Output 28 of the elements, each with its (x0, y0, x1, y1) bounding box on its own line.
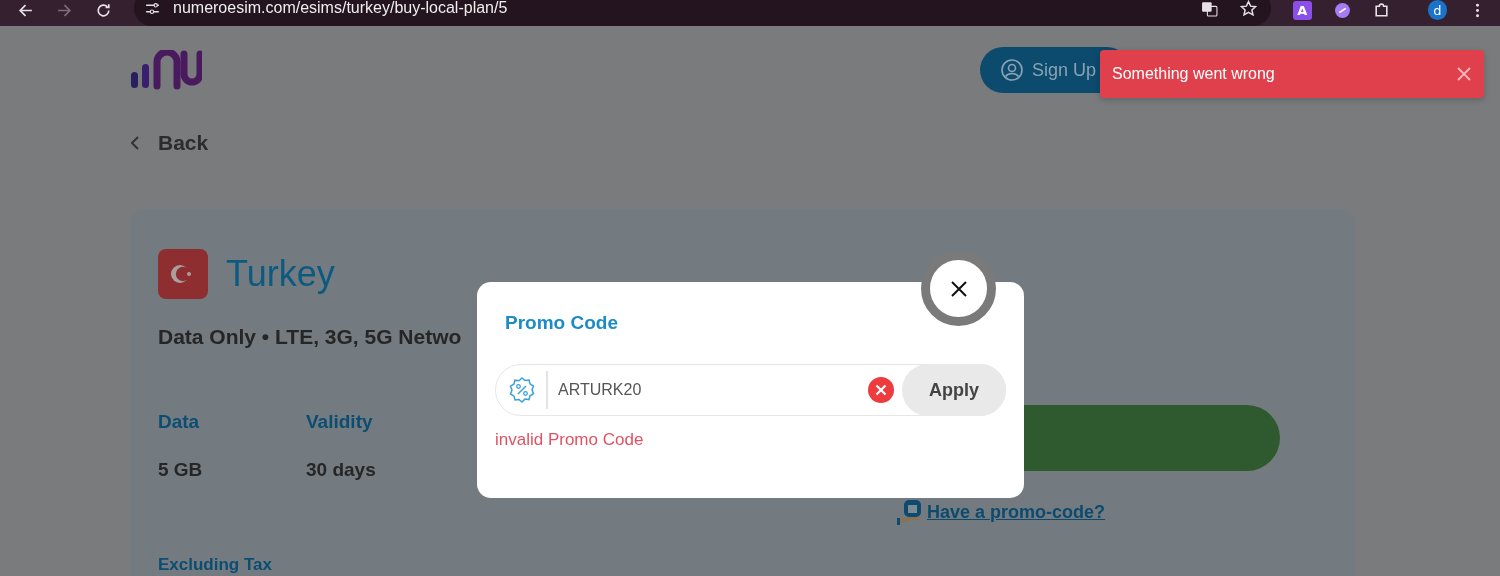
profile-avatar[interactable]: d (1427, 0, 1447, 20)
site-settings-icon[interactable] (144, 0, 161, 17)
gift-hand-icon (897, 499, 923, 525)
spec-value: 30 days (306, 459, 376, 481)
spec-value: 5 GB (158, 459, 203, 481)
address-bar[interactable]: numeroesim.com/esims/turkey/buy-local-plan/5 (134, 0, 1271, 26)
reload-icon[interactable] (95, 1, 112, 19)
error-message: invalid Promo Code (495, 430, 645, 450)
tax-note: Excluding Tax (158, 555, 273, 575)
clear-icon[interactable] (868, 377, 894, 403)
translate-icon[interactable] (1201, 0, 1218, 17)
extension-icon[interactable]: A (1293, 0, 1312, 20)
chevron-left-icon (130, 135, 140, 151)
country-title: Turkey (226, 253, 335, 295)
discount-badge-icon (508, 376, 536, 404)
plan-subtitle: Data Only • LTE, 3G, 5G Netwo (158, 325, 462, 349)
star-icon[interactable] (1240, 0, 1257, 17)
dialog-title: Promo Code (505, 312, 619, 334)
back-link[interactable]: Back (130, 131, 209, 155)
spec-label: Data (158, 411, 200, 433)
logo-icon[interactable] (130, 50, 202, 90)
url-text: numeroesim.com/esims/turkey/buy-local-plan/5 (173, 0, 508, 17)
extension-icon[interactable] (1333, 1, 1351, 19)
x-icon (948, 278, 969, 299)
user-icon (1000, 58, 1024, 82)
turkey-flag-icon (158, 249, 208, 299)
spec-label: Validity (306, 411, 373, 433)
apply-button[interactable]: Apply (902, 364, 1006, 416)
